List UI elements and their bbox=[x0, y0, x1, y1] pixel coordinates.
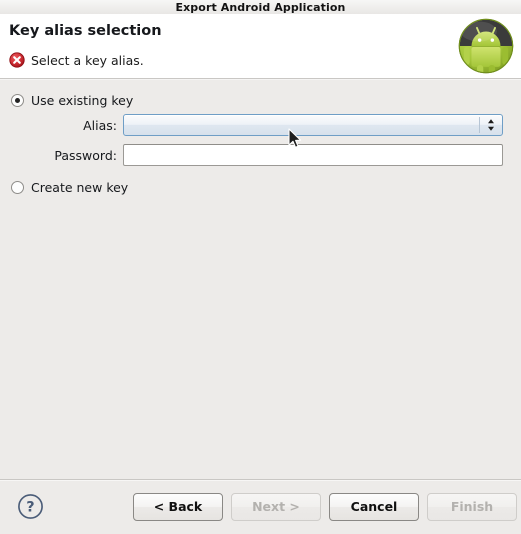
radio-create-new-key[interactable]: Create new key bbox=[11, 180, 128, 195]
cancel-button[interactable]: Cancel bbox=[329, 493, 419, 521]
radio-use-existing-key-indicator[interactable] bbox=[11, 94, 24, 107]
alias-combobox-separator bbox=[479, 117, 480, 133]
alias-label: Alias: bbox=[0, 118, 123, 133]
dialog-title: Export Android Application bbox=[176, 2, 346, 13]
radio-create-new-key-label: Create new key bbox=[31, 180, 128, 195]
back-button[interactable]: < Back bbox=[133, 493, 223, 521]
question-mark-circle-icon[interactable]: ? bbox=[17, 493, 44, 520]
status-message: Select a key alias. bbox=[9, 52, 144, 68]
android-robot-icon bbox=[457, 17, 515, 75]
svg-text:?: ? bbox=[26, 500, 34, 516]
radio-create-new-key-indicator[interactable] bbox=[11, 181, 24, 194]
page-title: Key alias selection bbox=[9, 23, 162, 39]
alias-combobox[interactable] bbox=[123, 114, 503, 136]
finish-button[interactable]: Finish bbox=[427, 493, 517, 521]
radio-use-existing-key[interactable]: Use existing key bbox=[11, 93, 133, 108]
alias-field-row: Alias: bbox=[0, 114, 503, 136]
password-input[interactable] bbox=[123, 144, 503, 166]
wizard-header: Key alias selection Select a key alias. bbox=[0, 14, 521, 78]
wizard-footer: ? < Back Next > Cancel Finish bbox=[0, 481, 521, 534]
status-message-text: Select a key alias. bbox=[31, 53, 144, 68]
password-label: Password: bbox=[0, 148, 123, 163]
next-button[interactable]: Next > bbox=[231, 493, 321, 521]
export-android-application-dialog: Export Android Application Key alias sel… bbox=[0, 0, 521, 534]
wizard-button-group: < Back Next > Cancel Finish bbox=[133, 493, 517, 521]
error-circle-icon bbox=[9, 52, 25, 68]
password-field-row: Password: bbox=[0, 144, 503, 166]
chevron-up-down-icon[interactable] bbox=[485, 116, 497, 134]
dialog-titlebar: Export Android Application bbox=[0, 0, 521, 14]
wizard-body: Use existing key Alias: Password: Create… bbox=[0, 80, 521, 479]
radio-use-existing-key-label: Use existing key bbox=[31, 93, 133, 108]
